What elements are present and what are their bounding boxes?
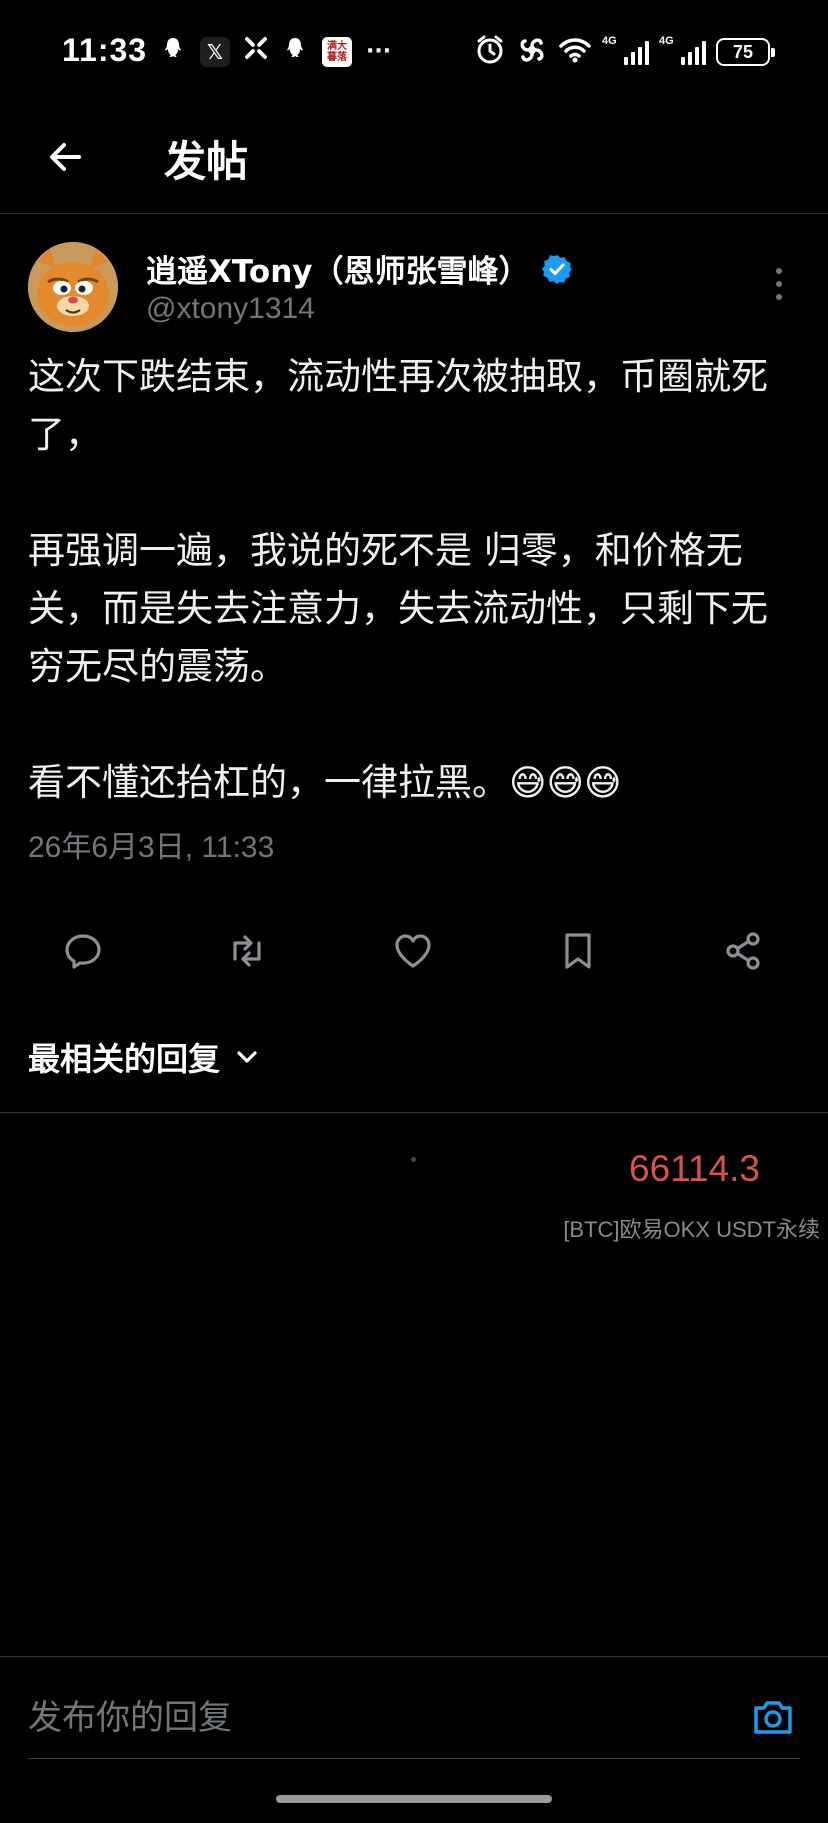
like-button[interactable] (388, 926, 438, 976)
wifi-icon (558, 36, 592, 68)
divider (0, 1656, 828, 1657)
post-timestamp: 26年6月3日, 11:33 (28, 831, 275, 864)
reply-sort-dropdown[interactable]: 最相关的回复 (28, 1034, 260, 1080)
status-bar: 11:33 𝕏 满大 暮落 ··· 4G 4G 75 (0, 0, 828, 106)
btc-price-overlay: 66114.3 (629, 1148, 760, 1189)
author-name-text: 逍遥XTony（恩师张雪峰） (146, 254, 530, 290)
back-button[interactable] (40, 132, 90, 182)
more-dot (776, 268, 782, 274)
signal-icon: 4G (659, 35, 706, 65)
page-title: 发帖 (164, 137, 249, 186)
avatar[interactable] (28, 242, 118, 332)
qq-icon (282, 35, 308, 69)
bookmark-icon (565, 933, 591, 969)
home-indicator[interactable] (276, 1795, 552, 1803)
share-icon (726, 932, 760, 970)
verified-badge-icon (541, 254, 572, 284)
x-icon: 𝕏 (200, 37, 230, 67)
system-icons: 4G 4G 75 (474, 34, 775, 70)
status-time: 11:33 (62, 32, 148, 68)
btc-ticker-label: [BTC]欧易OKX USDT永续 (563, 1217, 820, 1242)
signal-icon: 4G (602, 35, 649, 65)
post-paragraph: 看不懂还抬杠的，一律拉黑。 (28, 761, 509, 804)
bookmark-button[interactable] (553, 926, 603, 976)
notification-icons: 𝕏 满大 暮落 ··· (160, 36, 391, 68)
retweet-button[interactable] (222, 926, 272, 976)
retweet-icon (233, 935, 261, 967)
post-body: 这次下跌结束，流动性再次被抽取，币圈就死了， 再强调一遍，我说的死不是 归零，和价… (28, 348, 800, 813)
camera-icon (754, 1701, 792, 1734)
more-options-button[interactable] (764, 262, 794, 306)
qq-icon (160, 35, 186, 69)
post-actions (0, 920, 828, 980)
network-type-label: 4G (602, 35, 617, 47)
author-handle[interactable]: @xtony1314 (146, 292, 315, 326)
reply-sort-label: 最相关的回复 (28, 1040, 221, 1078)
divider (0, 1112, 828, 1113)
input-underline (28, 1758, 800, 1759)
alarm-icon (474, 34, 506, 70)
reply-button[interactable] (58, 926, 108, 976)
like-icon (395, 934, 431, 968)
post-paragraph: 这次下跌结束，流动性再次被抽取，币圈就死了， (28, 355, 768, 456)
arrow-left-icon (50, 143, 81, 171)
battery-icon: 75 (716, 38, 775, 66)
camera-button[interactable] (748, 1692, 798, 1742)
author-display-name[interactable]: 逍遥XTony（恩师张雪峰） (146, 246, 572, 291)
reply-input[interactable] (28, 1690, 708, 1746)
more-dot (776, 294, 782, 300)
fan-icon (516, 34, 548, 70)
app-header: 发帖 (0, 106, 828, 214)
post-author: 逍遥XTony（恩师张雪峰） @xtony1314 (28, 242, 800, 338)
share-button[interactable] (718, 926, 768, 976)
loading-dot (411, 1157, 416, 1162)
more-dot (776, 281, 782, 287)
app-icon: 满大 暮落 (322, 37, 352, 67)
post-paragraph: 再强调一遍，我说的死不是 归零，和价格无关，而是失去注意力，失去流动性，只剩下无… (28, 529, 768, 688)
grid-icon (244, 36, 268, 68)
more-icon: ··· (366, 39, 392, 64)
network-type-label: 4G (659, 35, 674, 47)
sweat-smile-emoji: 😅😅😅 (509, 763, 622, 804)
chevron-down-icon (237, 1051, 257, 1063)
reply-icon (65, 934, 101, 969)
